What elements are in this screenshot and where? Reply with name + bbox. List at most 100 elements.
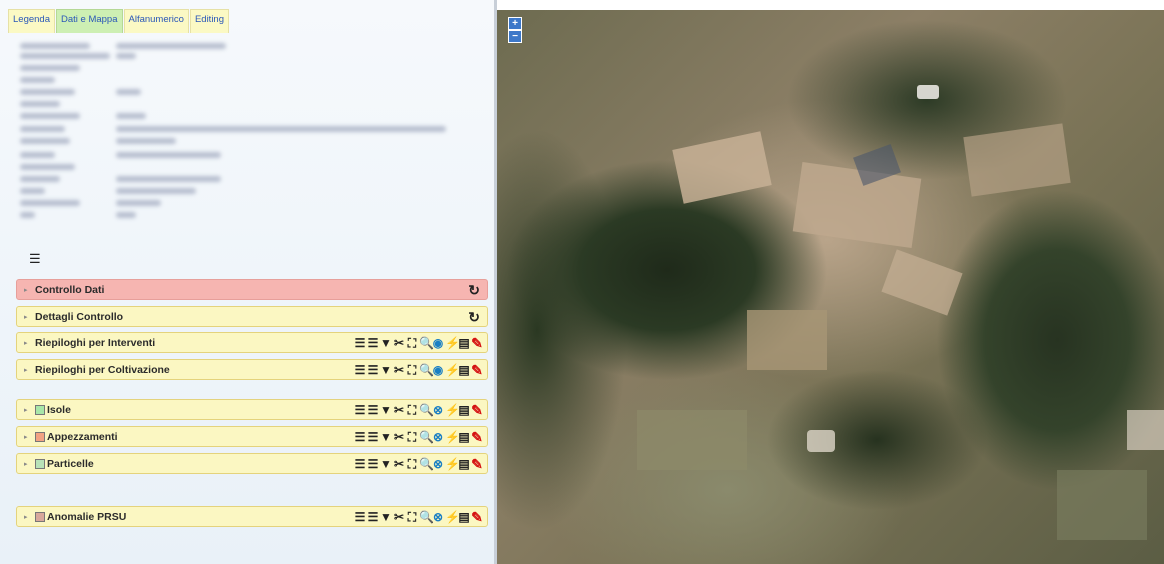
row-controllo-dati[interactable]: ▸ Controllo Dati ↻ <box>16 279 488 300</box>
list-icon[interactable]: ☰ <box>29 252 43 266</box>
map-village <box>807 430 835 452</box>
caret-right-icon: ▸ <box>24 366 28 374</box>
row-label: Controllo Dati <box>35 283 105 296</box>
list-icon[interactable]: ☰ <box>354 336 366 350</box>
filter-icon[interactable]: ▼ <box>380 457 392 471</box>
style-icon[interactable]: ⚡ <box>445 457 460 471</box>
list-icon[interactable]: ☰ <box>367 430 379 444</box>
pencil-icon[interactable]: ✎ <box>471 430 483 444</box>
blurred-info-area <box>16 38 466 228</box>
filter-icon[interactable]: ▼ <box>380 430 392 444</box>
layer-toolbar: ☰ ☰ ▼ ✂ ⛶ 🔍 ◉ ⚡ ▤ ✎ <box>353 362 483 378</box>
style-icon[interactable]: ⚡ <box>445 336 460 350</box>
notes-icon[interactable]: ▤ <box>458 457 470 471</box>
refresh-icon[interactable]: ↻ <box>468 282 480 298</box>
style-icon[interactable]: ⚡ <box>445 430 460 444</box>
edit-attributes-icon[interactable]: ✂ <box>393 363 405 377</box>
row-label: Isole <box>47 403 71 416</box>
row-dettagli-controllo[interactable]: ▸ Dettagli Controllo ↻ <box>16 306 488 327</box>
zoom-to-icon[interactable]: 🔍 <box>419 363 434 377</box>
row-label: Appezzamenti <box>47 430 118 443</box>
zoom-to-icon[interactable]: 🔍 <box>419 430 434 444</box>
visibility-icon[interactable]: ◉ <box>432 336 444 350</box>
tab-bar: Legenda Dati e Mappa Alfanumerico Editin… <box>8 9 230 33</box>
pencil-icon[interactable]: ✎ <box>471 457 483 471</box>
visibility-icon[interactable]: ◉ <box>432 363 444 377</box>
list-icon[interactable]: ☰ <box>354 510 366 524</box>
select-area-icon[interactable]: ⛶ <box>406 363 418 377</box>
zoom-out-button[interactable]: − <box>508 30 522 43</box>
list-icon[interactable]: ☰ <box>367 336 379 350</box>
list-icon[interactable]: ☰ <box>367 403 379 417</box>
refresh-icon[interactable]: ↻ <box>468 309 480 325</box>
style-icon[interactable]: ⚡ <box>445 510 460 524</box>
row-isole[interactable]: ▸ Isole ☰ ☰ ▼ ✂ ⛶ 🔍 ⊗ ⚡ ▤ ✎ <box>16 399 488 420</box>
notes-icon[interactable]: ▤ <box>458 336 470 350</box>
notes-icon[interactable]: ▤ <box>458 510 470 524</box>
map-field <box>792 161 922 249</box>
filter-icon[interactable]: ▼ <box>380 403 392 417</box>
tab-editing[interactable]: Editing <box>189 9 230 33</box>
layer-toolbar: ☰ ☰ ▼ ✂ ⛶ 🔍 ⊗ ⚡ ▤ ✎ <box>353 402 483 418</box>
layer-toolbar: ☰ ☰ ▼ ✂ ⛶ 🔍 ◉ ⚡ ▤ ✎ <box>353 335 483 351</box>
filter-icon[interactable]: ▼ <box>380 510 392 524</box>
list-icon[interactable]: ☰ <box>367 457 379 471</box>
row-anomalie-prsu[interactable]: ▸ Anomalie PRSU ☰ ☰ ▼ ✂ ⛶ 🔍 ⊗ ⚡ ▤ ✎ <box>16 506 488 527</box>
caret-right-icon: ▸ <box>24 313 28 321</box>
zoom-to-icon[interactable]: 🔍 <box>419 457 434 471</box>
row-particelle[interactable]: ▸ Particelle ☰ ☰ ▼ ✂ ⛶ 🔍 ⊗ ⚡ ▤ ✎ <box>16 453 488 474</box>
notes-icon[interactable]: ▤ <box>458 430 470 444</box>
tab-dati-e-mappa[interactable]: Dati e Mappa <box>55 9 123 33</box>
tab-alfanumerico[interactable]: Alfanumerico <box>123 9 189 33</box>
list-icon[interactable]: ☰ <box>354 363 366 377</box>
row-riepiloghi-coltivazione[interactable]: ▸ Riepiloghi per Coltivazione ☰ ☰ ▼ ✂ ⛶ … <box>16 359 488 380</box>
visibility-off-icon[interactable]: ⊗ <box>432 403 444 417</box>
map-field <box>881 249 963 316</box>
visibility-off-icon[interactable]: ⊗ <box>432 430 444 444</box>
select-area-icon[interactable]: ⛶ <box>406 336 418 350</box>
caret-right-icon: ▸ <box>24 513 28 521</box>
visibility-off-icon[interactable]: ⊗ <box>432 510 444 524</box>
row-riepiloghi-interventi[interactable]: ▸ Riepiloghi per Interventi ☰ ☰ ▼ ✂ ⛶ 🔍 … <box>16 332 488 353</box>
edit-attributes-icon[interactable]: ✂ <box>393 457 405 471</box>
list-icon[interactable]: ☰ <box>354 403 366 417</box>
filter-icon[interactable]: ▼ <box>380 363 392 377</box>
filter-icon[interactable]: ▼ <box>380 336 392 350</box>
edit-attributes-icon[interactable]: ✂ <box>393 336 405 350</box>
list-icon[interactable]: ☰ <box>367 363 379 377</box>
pencil-icon[interactable]: ✎ <box>471 403 483 417</box>
style-icon[interactable]: ⚡ <box>445 363 460 377</box>
notes-icon[interactable]: ▤ <box>458 363 470 377</box>
pencil-icon[interactable]: ✎ <box>471 336 483 350</box>
tab-legenda[interactable]: Legenda <box>8 9 55 33</box>
list-icon[interactable]: ☰ <box>354 457 366 471</box>
style-icon[interactable]: ⚡ <box>445 403 460 417</box>
edit-attributes-icon[interactable]: ✂ <box>393 403 405 417</box>
layer-toolbar: ☰ ☰ ▼ ✂ ⛶ 🔍 ⊗ ⚡ ▤ ✎ <box>353 456 483 472</box>
list-icon[interactable]: ☰ <box>367 510 379 524</box>
caret-right-icon: ▸ <box>24 406 28 414</box>
satellite-map[interactable] <box>497 10 1164 564</box>
select-area-icon[interactable]: ⛶ <box>406 430 418 444</box>
select-area-icon[interactable]: ⛶ <box>406 403 418 417</box>
caret-right-icon: ▸ <box>24 460 28 468</box>
select-area-icon[interactable]: ⛶ <box>406 510 418 524</box>
notes-icon[interactable]: ▤ <box>458 403 470 417</box>
edit-attributes-icon[interactable]: ✂ <box>393 510 405 524</box>
zoom-in-button[interactable]: + <box>508 17 522 30</box>
caret-right-icon: ▸ <box>24 433 28 441</box>
map-field <box>747 310 827 370</box>
layer-toolbar: ☰ ☰ ▼ ✂ ⛶ 🔍 ⊗ ⚡ ▤ ✎ <box>353 429 483 445</box>
zoom-to-icon[interactable]: 🔍 <box>419 510 434 524</box>
pencil-icon[interactable]: ✎ <box>471 363 483 377</box>
row-appezzamenti[interactable]: ▸ Appezzamenti ☰ ☰ ▼ ✂ ⛶ 🔍 ⊗ ⚡ ▤ ✎ <box>16 426 488 447</box>
zoom-to-icon[interactable]: 🔍 <box>419 336 434 350</box>
list-icon[interactable]: ☰ <box>354 430 366 444</box>
layer-color-swatch <box>35 431 45 442</box>
visibility-off-icon[interactable]: ⊗ <box>432 457 444 471</box>
row-label: Riepiloghi per Coltivazione <box>35 363 170 376</box>
pencil-icon[interactable]: ✎ <box>471 510 483 524</box>
zoom-to-icon[interactable]: 🔍 <box>419 403 434 417</box>
edit-attributes-icon[interactable]: ✂ <box>393 430 405 444</box>
select-area-icon[interactable]: ⛶ <box>406 457 418 471</box>
